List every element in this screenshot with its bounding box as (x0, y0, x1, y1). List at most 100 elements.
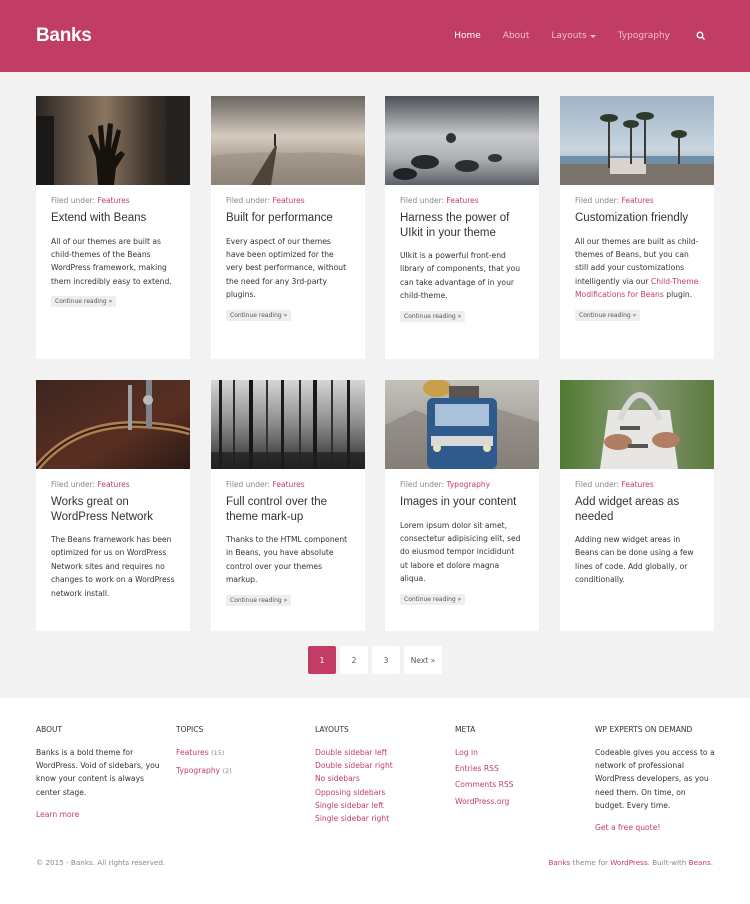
nav-home[interactable]: Home (454, 31, 481, 41)
filed-label: Filed under: (51, 196, 96, 205)
post-title[interactable]: Add widget areas as needed (575, 495, 699, 524)
learn-more-link[interactable]: Learn more (36, 808, 166, 821)
layout-link[interactable]: Double sidebar right (315, 759, 445, 772)
layout-link[interactable]: Single sidebar left (315, 799, 445, 812)
topic-item: Features (15) (176, 746, 306, 760)
post-card: Filed under: Features Works great on Wor… (36, 380, 190, 631)
page-1-button[interactable]: 1 (308, 646, 336, 674)
copyright: © 2015 - Banks. All rights reserved. (36, 858, 166, 867)
footer-experts-text: Codeable gives you access to a network o… (595, 748, 715, 810)
layout-link[interactable]: Opposing sidebars (315, 786, 445, 799)
filed-under: Filed under: Features (575, 196, 699, 205)
filed-label: Filed under: (575, 480, 620, 489)
wordpress-link[interactable]: WordPress (610, 858, 647, 867)
footer-heading: TOPICS (176, 725, 204, 734)
post-excerpt: The Beans framework has been optimized f… (51, 535, 175, 598)
post-thumbnail[interactable] (560, 96, 714, 185)
site-footer: ABOUT Banks is a bold theme for WordPres… (0, 698, 750, 904)
filed-under: Filed under: Features (51, 196, 175, 205)
footer-topics: TOPICS Features (15) Typography (2) (176, 725, 306, 778)
post-title[interactable]: Full control over the theme mark-up (226, 495, 350, 524)
topic-link[interactable]: Features (176, 748, 209, 757)
post-excerpt: Every aspect of our themes have been opt… (226, 236, 347, 300)
next-page-button[interactable]: Next » (404, 646, 442, 674)
nav-layouts-label: Layouts (551, 31, 587, 41)
excerpt-text: plugin. (666, 290, 693, 300)
category-link[interactable]: Features (272, 196, 304, 205)
nav-about[interactable]: About (503, 31, 530, 41)
layout-link[interactable]: No sidebars (315, 772, 445, 785)
continue-reading-button[interactable]: Continue reading » (226, 594, 292, 606)
footer-heading: ABOUT (36, 725, 63, 734)
filed-label: Filed under: (51, 480, 96, 489)
search-icon[interactable] (696, 31, 706, 41)
caret-down-icon (589, 34, 596, 38)
post-thumbnail[interactable] (36, 96, 190, 185)
post-excerpt: Thanks to the HTML component in Beans, y… (226, 535, 348, 585)
post-thumbnail[interactable] (560, 380, 714, 469)
nav-typography[interactable]: Typography (618, 31, 670, 41)
post-card: Filed under: Features Extend with Beans … (36, 96, 190, 359)
post-card: Filed under: Typography Images in your c… (385, 380, 539, 631)
category-link[interactable]: Features (272, 480, 304, 489)
continue-reading-button[interactable]: Continue reading » (575, 309, 641, 321)
post-title[interactable]: Built for performance (226, 211, 350, 226)
post-excerpt: All of our themes are built as child-the… (51, 236, 172, 286)
category-link[interactable]: Features (446, 196, 478, 205)
continue-reading-button[interactable]: Continue reading » (51, 296, 117, 308)
topic-link[interactable]: Typography (176, 766, 220, 775)
post-title[interactable]: Works great on WordPress Network (51, 495, 175, 524)
post-thumbnail[interactable] (385, 380, 539, 469)
meta-link[interactable]: Comments RSS (455, 778, 585, 791)
post-excerpt: All our themes are built as child-themes… (575, 235, 699, 302)
banks-link[interactable]: Banks (548, 858, 570, 867)
layout-link[interactable]: Single sidebar right (315, 812, 445, 825)
filed-label: Filed under: (575, 196, 620, 205)
nav-layouts[interactable]: Layouts (551, 31, 596, 41)
footer-heading: WP EXPERTS ON DEMAND (595, 725, 693, 734)
post-thumbnail[interactable] (211, 96, 365, 185)
post-card: Filed under: Features Customization frie… (560, 96, 714, 359)
filed-under: Filed under: Features (400, 196, 524, 205)
footer-about-text: Banks is a bold theme for WordPress. Voi… (36, 748, 160, 797)
category-link[interactable]: Features (621, 480, 653, 489)
continue-reading-button[interactable]: Continue reading » (400, 593, 466, 605)
page-3-button[interactable]: 3 (372, 646, 400, 674)
layout-link[interactable]: Double sidebar left (315, 746, 445, 759)
category-link[interactable]: Features (97, 480, 129, 489)
page-2-button[interactable]: 2 (340, 646, 368, 674)
meta-link[interactable]: Entries RSS (455, 762, 585, 775)
meta-link[interactable]: Log in (455, 746, 585, 759)
post-card: Filed under: Features Full control over … (211, 380, 365, 631)
category-link[interactable]: Typography (446, 480, 490, 489)
post-title[interactable]: Images in your content (400, 495, 524, 510)
post-thumbnail[interactable] (36, 380, 190, 469)
filed-under: Filed under: Features (575, 480, 699, 489)
footer-layouts: LAYOUTS Double sidebar left Double sideb… (315, 725, 445, 825)
free-quote-link[interactable]: Get a free quote! (595, 821, 715, 834)
post-thumbnail[interactable] (385, 96, 539, 185)
category-link[interactable]: Features (621, 196, 653, 205)
footer-heading: LAYOUTS (315, 725, 349, 734)
topic-count: (15) (211, 749, 225, 757)
continue-reading-button[interactable]: Continue reading » (226, 309, 292, 321)
post-thumbnail[interactable] (211, 380, 365, 469)
footer-heading: META (455, 725, 476, 734)
beans-link[interactable]: Beans (689, 858, 711, 867)
filed-under: Filed under: Features (51, 480, 175, 489)
category-link[interactable]: Features (97, 196, 129, 205)
filed-label: Filed under: (400, 196, 445, 205)
continue-reading-button[interactable]: Continue reading » (400, 310, 466, 322)
site-logo[interactable]: Banks (36, 25, 92, 47)
post-title[interactable]: Customization friendly (575, 211, 699, 226)
meta-link[interactable]: WordPress.org (455, 795, 585, 808)
post-title[interactable]: Harness the power of UIkit in your theme (400, 211, 524, 240)
post-title[interactable]: Extend with Beans (51, 211, 175, 226)
post-card: Filed under: Features Built for performa… (211, 96, 365, 359)
filed-label: Filed under: (226, 196, 271, 205)
credit-text: . (710, 858, 713, 867)
footer-meta: META Log in Entries RSS Comments RSS Wor… (455, 725, 585, 808)
post-excerpt: Adding new widget areas in Beans can be … (575, 535, 694, 585)
footer-about: ABOUT Banks is a bold theme for WordPres… (36, 725, 166, 821)
main-nav: Home About Layouts Typography (432, 0, 706, 72)
